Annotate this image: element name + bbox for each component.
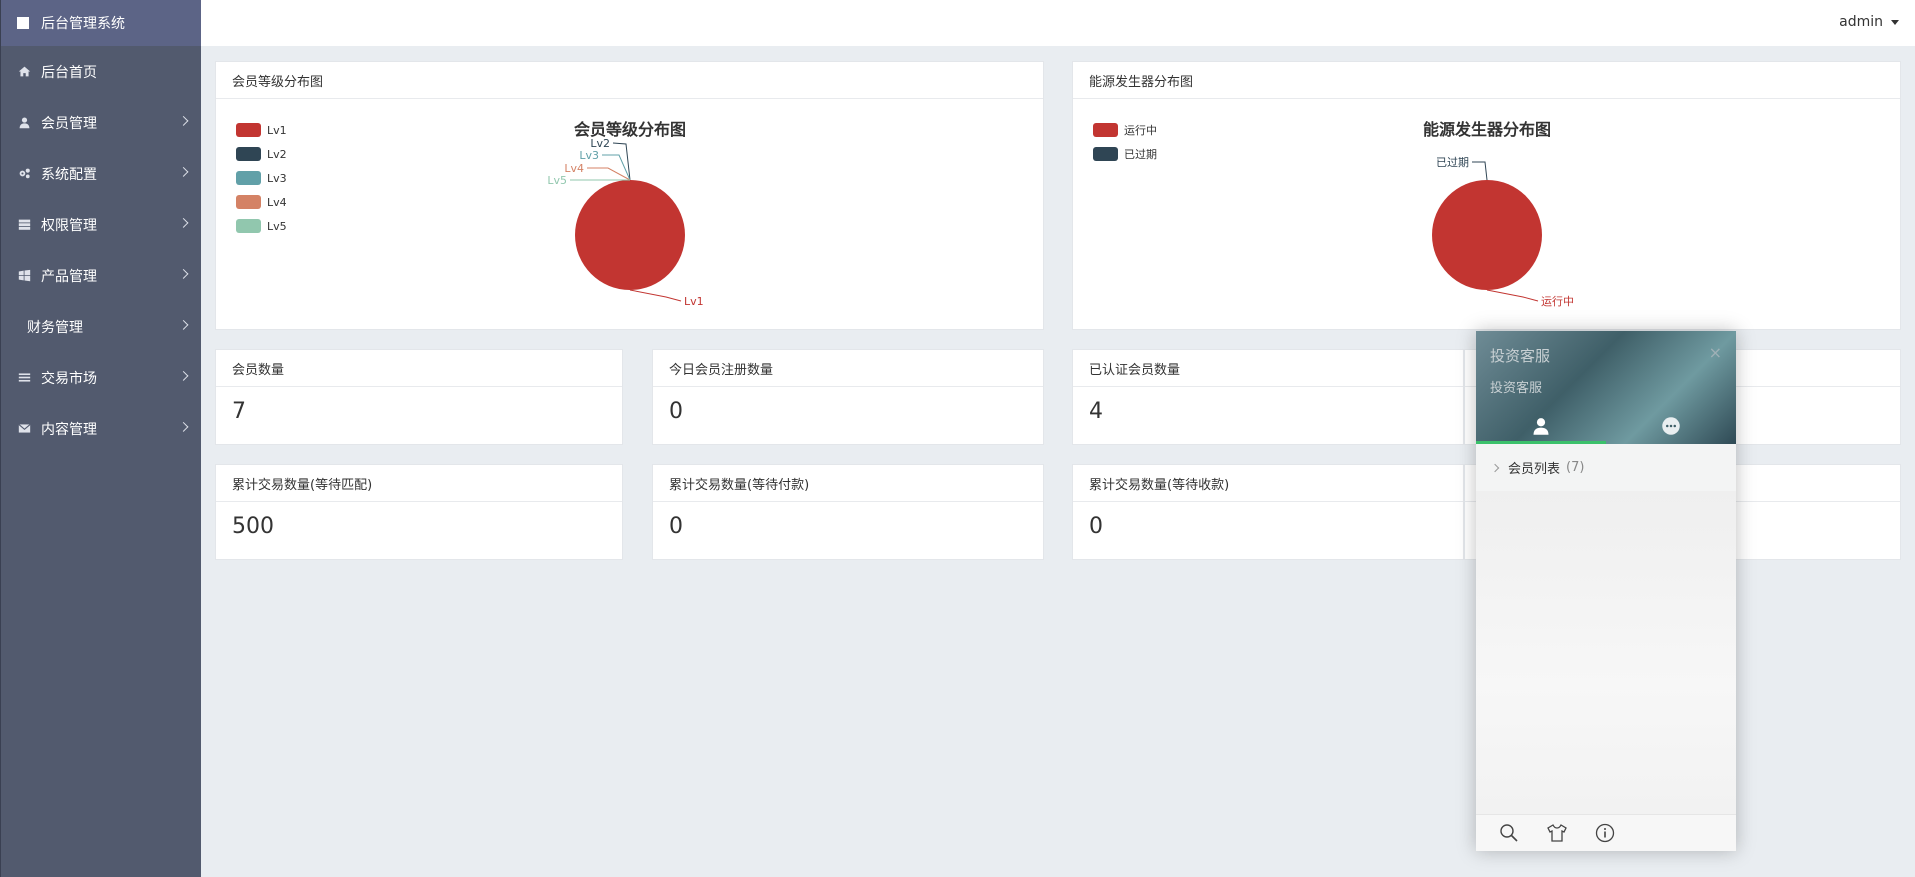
user-name: admin bbox=[1839, 14, 1883, 30]
tab-contacts[interactable] bbox=[1476, 408, 1606, 444]
skin-shirt-icon[interactable] bbox=[1546, 822, 1568, 844]
stat-card-members: 会员数量 7 bbox=[215, 349, 623, 445]
windows-icon bbox=[17, 268, 32, 283]
search-icon[interactable] bbox=[1498, 822, 1520, 844]
stat-card-trades-awaiting-payment: 累计交易数量(等待付款) 0 bbox=[652, 464, 1044, 560]
stat-value: 7 bbox=[232, 399, 246, 424]
nav-item-content[interactable]: 内容管理 bbox=[1, 403, 201, 454]
nav-item-home[interactable]: 后台首页 bbox=[1, 46, 201, 97]
nav-item-label: 财务管理 bbox=[27, 319, 83, 336]
stat-value: 0 bbox=[669, 514, 683, 539]
cogs-icon bbox=[17, 166, 32, 181]
energy-generator-chart-panel: 能源发生器分布图 能源发生器分布图 运行中 已过期 运行中 已过期 bbox=[1072, 61, 1901, 330]
stat-value: 0 bbox=[1089, 514, 1103, 539]
chevron-right-icon bbox=[178, 166, 189, 177]
pie-label-Lv3: Lv3 bbox=[579, 149, 599, 162]
energy-generator-pie-chart: 运行中 已过期 bbox=[1432, 156, 1574, 308]
chevron-right-icon bbox=[178, 421, 189, 432]
member-list-group[interactable]: 会员列表 (7) bbox=[1476, 444, 1736, 491]
chevron-right-icon bbox=[178, 115, 189, 126]
tab-chats[interactable] bbox=[1606, 408, 1736, 444]
brand-square-icon bbox=[17, 17, 29, 29]
stat-label: 累计交易数量(等待匹配) bbox=[216, 465, 622, 502]
stat-label: 累计交易数量(等待收款) bbox=[1073, 465, 1463, 502]
nav-item-label: 会员管理 bbox=[41, 115, 97, 132]
nav-item-label: 后台首页 bbox=[41, 64, 97, 81]
stat-card-trades-awaiting-receipt: 累计交易数量(等待收款) 0 bbox=[1072, 464, 1464, 560]
pie-label-Lv1: Lv1 bbox=[684, 295, 704, 308]
nav-item-label: 系统配置 bbox=[41, 166, 97, 183]
customer-service-chat-widget[interactable]: 投资客服 投资客服 × 会员列表 (7) bbox=[1476, 331, 1736, 851]
chevron-right-icon bbox=[178, 370, 189, 381]
nav-item-permissions[interactable]: 权限管理 bbox=[1, 199, 201, 250]
home-icon bbox=[17, 64, 32, 79]
nav-item-members[interactable]: 会员管理 bbox=[1, 97, 201, 148]
label-line-Lv1 bbox=[629, 289, 682, 302]
member-level-chart-panel: 会员等级分布图 会员等级分布图 Lv1 Lv2 Lv3 Lv4 Lv5 Lv1 Lv2 Lv… bbox=[215, 61, 1044, 330]
pie-slice-Lv1[interactable] bbox=[575, 180, 685, 290]
user-icon bbox=[17, 115, 32, 130]
chat-footer-toolbar bbox=[1476, 814, 1736, 851]
stat-card-verified-members: 已认证会员数量 4 bbox=[1072, 349, 1464, 445]
pie-label-已过期: 已过期 bbox=[1436, 156, 1469, 169]
chevron-right-icon bbox=[178, 319, 189, 330]
server-icon bbox=[17, 217, 32, 232]
caret-down-icon bbox=[1891, 19, 1899, 25]
nav-item-label: 产品管理 bbox=[41, 268, 97, 285]
close-icon[interactable]: × bbox=[1709, 343, 1722, 362]
stat-card-trades-awaiting-match: 累计交易数量(等待匹配) 500 bbox=[215, 464, 623, 560]
chevron-right-icon bbox=[178, 268, 189, 279]
list-icon bbox=[17, 370, 32, 385]
stat-value: 0 bbox=[669, 399, 683, 424]
member-level-pie-chart: Lv1Lv2Lv3Lv4Lv5 bbox=[547, 137, 704, 308]
stat-label: 累计交易数量(等待付款) bbox=[653, 465, 1043, 502]
envelope-icon bbox=[17, 421, 32, 436]
pie-label-Lv5: Lv5 bbox=[547, 174, 567, 187]
chat-title: 投资客服 bbox=[1490, 347, 1551, 365]
label-line-已过期 bbox=[1472, 161, 1488, 181]
stat-label: 已认证会员数量 bbox=[1073, 350, 1463, 387]
stat-value: 500 bbox=[232, 514, 274, 539]
pie-label-运行中: 运行中 bbox=[1541, 295, 1574, 308]
chat-body-background bbox=[1476, 491, 1736, 814]
label-line-运行中 bbox=[1486, 289, 1539, 302]
chevron-right-icon bbox=[178, 217, 189, 228]
brand[interactable]: 后台管理系统 bbox=[1, 0, 201, 46]
nav-item-finance[interactable]: 财务管理 bbox=[1, 301, 201, 352]
nav-item-products[interactable]: 产品管理 bbox=[1, 250, 201, 301]
chat-bubble-icon bbox=[1662, 417, 1680, 435]
chat-tabs bbox=[1476, 408, 1736, 444]
top-bar: admin bbox=[201, 0, 1915, 46]
member-list-count: (7) bbox=[1566, 460, 1585, 475]
sidebar: 后台管理系统 后台首页 会员管理 系统配置 权限管理 产品管理 财务管理 交易市… bbox=[0, 0, 201, 877]
person-icon bbox=[1533, 418, 1549, 435]
nav-item-label: 权限管理 bbox=[41, 217, 97, 234]
brand-title: 后台管理系统 bbox=[41, 16, 125, 32]
stat-value: 4 bbox=[1089, 399, 1103, 424]
chevron-right-icon bbox=[1490, 463, 1500, 472]
chat-header: 投资客服 投资客服 × bbox=[1476, 331, 1736, 444]
chat-subtitle: 投资客服 bbox=[1490, 381, 1543, 396]
nav-item-label: 内容管理 bbox=[41, 421, 97, 438]
label-line-Lv4 bbox=[587, 167, 631, 181]
nav-item-system-config[interactable]: 系统配置 bbox=[1, 148, 201, 199]
stat-label: 今日会员注册数量 bbox=[653, 350, 1043, 387]
member-list-label: 会员列表 bbox=[1508, 462, 1561, 477]
user-menu[interactable]: admin bbox=[1839, 14, 1899, 30]
pie-slice-运行中[interactable] bbox=[1432, 180, 1542, 290]
stat-label: 会员数量 bbox=[216, 350, 622, 387]
pie-label-Lv4: Lv4 bbox=[564, 162, 584, 175]
info-icon[interactable] bbox=[1594, 822, 1616, 844]
nav-item-label: 交易市场 bbox=[41, 370, 97, 387]
nav-item-market[interactable]: 交易市场 bbox=[1, 352, 201, 403]
stat-card-today-registrations: 今日会员注册数量 0 bbox=[652, 349, 1044, 445]
